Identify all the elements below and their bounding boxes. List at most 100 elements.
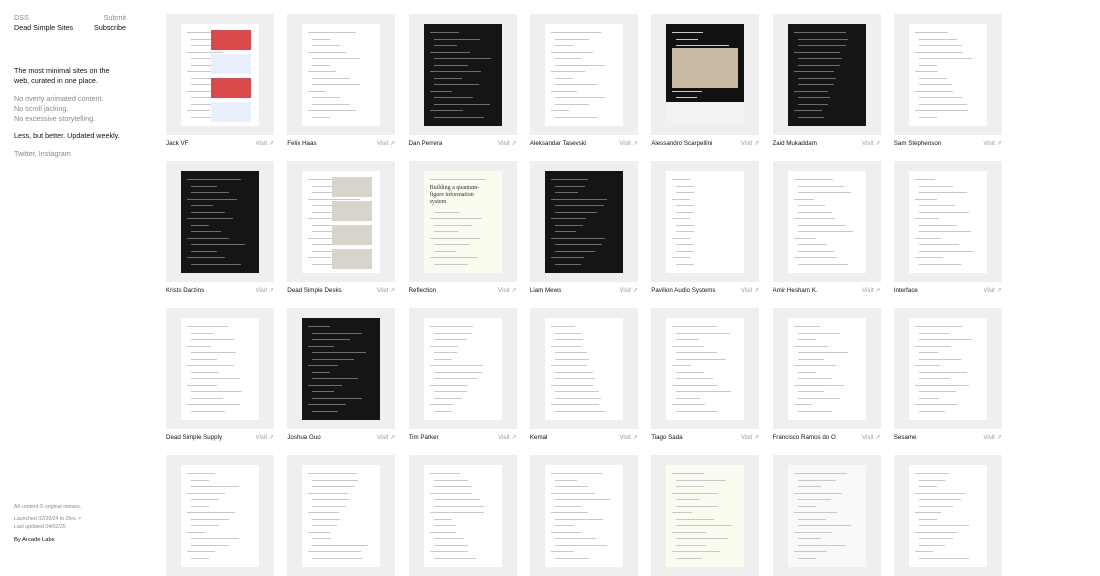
site-name[interactable]: Joshua Guo	[287, 434, 320, 442]
site-thumbnail[interactable]	[893, 161, 1002, 282]
site-thumbnail[interactable]	[287, 14, 396, 135]
site-card[interactable]: Alessandro Scarpellini Visit ↗	[651, 14, 760, 148]
site-card[interactable]: Francisco Ramos do Ó Visit ↗	[772, 308, 881, 442]
site-thumbnail[interactable]	[651, 161, 760, 282]
site-thumbnail[interactable]	[287, 308, 396, 429]
footer-by[interactable]: By Arcade Labs	[14, 536, 134, 544]
site-name[interactable]: Interface	[894, 287, 918, 295]
site-thumbnail[interactable]	[772, 14, 881, 135]
site-name[interactable]: Liam Mews	[530, 287, 561, 295]
site-thumbnail[interactable]	[651, 14, 760, 135]
visit-link[interactable]: Visit ↗	[498, 287, 516, 295]
site-card[interactable]	[166, 455, 274, 576]
site-card[interactable]: Joshua Guo Visit ↗	[287, 308, 396, 442]
site-thumbnail[interactable]	[166, 308, 274, 429]
site-name[interactable]: Dan Perrera	[409, 140, 443, 148]
brand-full[interactable]: Dead Simple Sites	[14, 23, 73, 33]
site-thumbnail[interactable]	[529, 161, 638, 282]
site-name[interactable]: Sam Stephenson	[894, 140, 941, 148]
site-thumbnail[interactable]	[651, 455, 760, 576]
site-name[interactable]: Felix Haas	[287, 140, 316, 148]
visit-link[interactable]: Visit ↗	[741, 287, 759, 295]
site-name[interactable]: Kemal	[530, 434, 548, 442]
visit-link[interactable]: Visit ↗	[862, 287, 880, 295]
visit-link[interactable]: Visit ↗	[619, 140, 637, 148]
site-card[interactable]: Jack VF Visit ↗	[166, 14, 274, 148]
site-thumbnail[interactable]	[893, 14, 1002, 135]
site-card[interactable]: Amir Hesham K. Visit ↗	[772, 161, 881, 295]
site-card[interactable]: Dead Simple Desks Visit ↗	[287, 161, 396, 295]
site-thumbnail[interactable]	[166, 455, 274, 576]
site-name[interactable]: Dead Simple Desks	[287, 287, 341, 295]
submit-link[interactable]: Submit	[104, 13, 126, 23]
site-card[interactable]	[651, 455, 760, 576]
site-name[interactable]: Tiago Sada	[651, 434, 682, 442]
site-card[interactable]: Kemal Visit ↗	[529, 308, 638, 442]
site-name[interactable]: Pavilion Audio Systems	[651, 287, 715, 295]
site-thumbnail[interactable]	[893, 308, 1002, 429]
site-thumbnail[interactable]	[529, 308, 638, 429]
site-name[interactable]: Krists Darzins	[166, 287, 204, 295]
site-name[interactable]: Francisco Ramos do Ó	[773, 434, 836, 442]
visit-link[interactable]: Visit ↗	[377, 434, 395, 442]
site-name[interactable]: Amir Hesham K.	[773, 287, 818, 295]
site-card[interactable]	[893, 455, 1002, 576]
instagram-link[interactable]: Instagram	[39, 149, 71, 158]
visit-link[interactable]: Visit ↗	[256, 140, 274, 148]
visit-link[interactable]: Visit ↗	[862, 140, 880, 148]
visit-link[interactable]: Visit ↗	[983, 287, 1001, 295]
site-card[interactable]: Interface Visit ↗	[893, 161, 1002, 295]
site-card[interactable]	[408, 455, 517, 576]
subscribe-link[interactable]: Subscribe	[94, 23, 126, 33]
site-card[interactable]: Sesame Visit ↗	[893, 308, 1002, 442]
site-thumbnail[interactable]	[287, 455, 396, 576]
site-card[interactable]: Building a quantum-figure information sy…	[408, 161, 517, 295]
site-name[interactable]: Sesame	[894, 434, 917, 442]
visit-link[interactable]: Visit ↗	[619, 287, 637, 295]
visit-link[interactable]: Visit ↗	[983, 140, 1001, 148]
site-card[interactable]	[529, 455, 638, 576]
site-card[interactable]	[772, 455, 881, 576]
visit-link[interactable]: Visit ↗	[862, 434, 880, 442]
twitter-link[interactable]: Twitter,	[14, 149, 37, 158]
visit-link[interactable]: Visit ↗	[741, 140, 759, 148]
site-card[interactable]	[287, 455, 396, 576]
site-card[interactable]: Tiago Sada Visit ↗	[651, 308, 760, 442]
site-thumbnail[interactable]	[166, 161, 274, 282]
site-card[interactable]: Dead Simple Supply Visit ↗	[166, 308, 274, 442]
visit-link[interactable]: Visit ↗	[256, 434, 274, 442]
site-thumbnail[interactable]	[408, 14, 517, 135]
site-name[interactable]: Aleksandar Tasevski	[530, 140, 586, 148]
site-card[interactable]: Felix Haas Visit ↗	[287, 14, 396, 148]
site-name[interactable]: Alessandro Scarpellini	[651, 140, 712, 148]
site-thumbnail[interactable]	[893, 455, 1002, 576]
site-card[interactable]: Zaid Mukaddam Visit ↗	[772, 14, 881, 148]
site-thumbnail[interactable]	[166, 14, 274, 135]
site-name[interactable]: Jack VF	[166, 140, 188, 148]
site-card[interactable]: Sam Stephenson Visit ↗	[893, 14, 1002, 148]
site-name[interactable]: Reflection	[409, 287, 437, 295]
site-thumbnail[interactable]	[772, 161, 881, 282]
site-card[interactable]: Dan Perrera Visit ↗	[408, 14, 517, 148]
brand-short[interactable]: DSS	[14, 13, 29, 23]
site-card[interactable]: Krists Darzins Visit ↗	[166, 161, 274, 295]
site-card[interactable]: Tim Parker Visit ↗	[408, 308, 517, 442]
site-card[interactable]: Liam Mews Visit ↗	[529, 161, 638, 295]
site-thumbnail[interactable]	[408, 455, 517, 576]
visit-link[interactable]: Visit ↗	[619, 434, 637, 442]
site-card[interactable]: Aleksandar Tasevski Visit ↗	[529, 14, 638, 148]
site-thumbnail[interactable]	[529, 455, 638, 576]
visit-link[interactable]: Visit ↗	[741, 434, 759, 442]
site-thumbnail[interactable]	[772, 308, 881, 429]
visit-link[interactable]: Visit ↗	[983, 434, 1001, 442]
site-thumbnail[interactable]	[772, 455, 881, 576]
visit-link[interactable]: Visit ↗	[498, 434, 516, 442]
site-thumbnail[interactable]	[651, 308, 760, 429]
site-thumbnail[interactable]: Building a quantum-figure information sy…	[408, 161, 517, 282]
footer-launched[interactable]: Launched 02/20/24 to 2hrs ↗	[14, 515, 134, 523]
site-thumbnail[interactable]	[287, 161, 396, 282]
site-name[interactable]: Tim Parker	[409, 434, 439, 442]
visit-link[interactable]: Visit ↗	[377, 140, 395, 148]
visit-link[interactable]: Visit ↗	[377, 287, 395, 295]
site-name[interactable]: Zaid Mukaddam	[773, 140, 817, 148]
